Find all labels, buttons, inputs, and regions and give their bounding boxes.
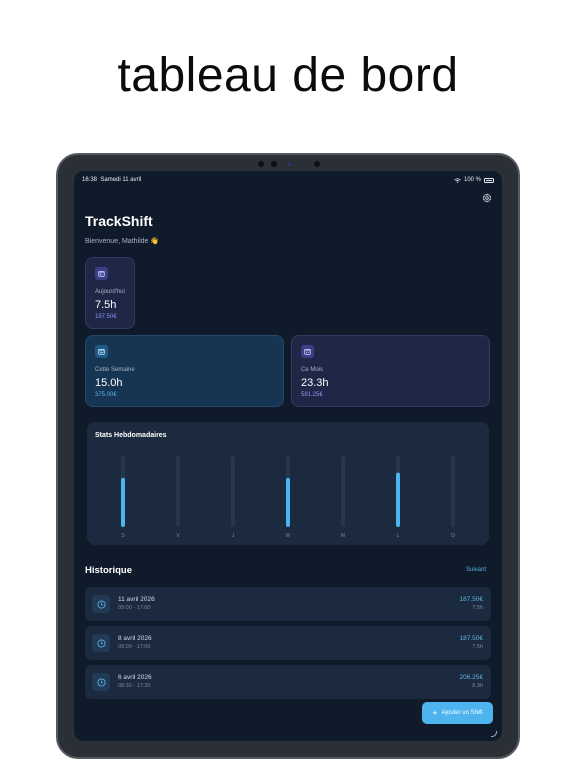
plus-icon: + (432, 707, 438, 718)
chart-bar (121, 477, 125, 527)
bar-track (451, 455, 455, 527)
shift-time-range: 08:30 - 17:30 (118, 683, 151, 689)
battery-icon (484, 177, 494, 183)
today-money: 187.50€ (95, 314, 117, 320)
shift-date: 11 avril 2026 (118, 596, 155, 603)
status-right: 100 % (454, 177, 494, 183)
settings-gear-icon[interactable] (482, 193, 492, 203)
sensor-dot (271, 161, 277, 167)
clock-icon (92, 595, 110, 613)
front-camera (314, 161, 320, 167)
sensor-dot (288, 163, 291, 166)
x-tick-label: M (341, 533, 345, 539)
week-hours: 15.0h (95, 377, 123, 389)
calendar-month-icon (301, 345, 314, 358)
bar-track (176, 455, 180, 527)
shift-date: 8 avril 2026 (118, 635, 152, 642)
next-link[interactable]: Suivant (466, 567, 486, 573)
add-shift-button[interactable]: + Ajouter un Shift (422, 702, 493, 724)
calendar-week-icon (95, 345, 108, 358)
weekly-stats-panel: Stats Hebdomadaires SVJMMLD (87, 422, 489, 545)
status-date: Samedi 11 avril (100, 177, 142, 183)
month-money: 581.25€ (301, 392, 323, 398)
history-item[interactable]: 6 avril 2026 08:30 - 17:30 206.25€ 8.3h (85, 665, 491, 699)
today-card[interactable]: Aujourd'hui 7.5h 187.50€ (85, 257, 135, 329)
today-hours: 7.5h (95, 299, 117, 311)
add-shift-label: Ajouter un Shift (441, 710, 483, 716)
clock-icon (92, 673, 110, 691)
battery-level: 100 % (463, 177, 481, 183)
x-tick-label: D (451, 533, 455, 539)
status-time: 16:38 (82, 177, 98, 183)
x-tick-label: S (121, 533, 125, 539)
calendar-day-icon (95, 267, 108, 280)
month-label: Ce Mois (301, 367, 324, 373)
app-title: TrackShift (85, 213, 153, 229)
x-tick-label: V (176, 533, 180, 539)
x-tick-label: J (232, 533, 235, 539)
week-money: 375.00€ (95, 392, 117, 398)
x-tick-label: M (286, 533, 290, 539)
month-card[interactable]: Ce Mois 23.3h 581.25€ (291, 335, 490, 407)
sensor-dot (258, 161, 264, 167)
month-hours: 23.3h (301, 377, 329, 389)
wifi-icon (454, 177, 461, 183)
status-bar: 16:38 Samedi 11 avril 100 % (74, 177, 502, 189)
week-label: Cette Semaine (95, 367, 135, 373)
history-item[interactable]: 11 avril 2026 09:00 - 17:00 187.50€ 7.5h (85, 587, 491, 621)
shift-time-range: 09:00 - 17:00 (118, 605, 151, 611)
page-headline: tableau de bord (117, 49, 459, 102)
shift-duration: 8.3h (472, 683, 483, 689)
shift-duration: 7.5h (472, 605, 483, 611)
chart-bar (286, 477, 290, 527)
status-time-date: 16:38 Samedi 11 avril (82, 177, 141, 183)
app-screen: 16:38 Samedi 11 avril 100 % TrackShift B… (74, 171, 502, 741)
today-label: Aujourd'hui (95, 289, 125, 295)
shift-duration: 7.5h (472, 644, 483, 650)
chart-bar (396, 472, 400, 527)
weekly-bar-chart: SVJMMLD (121, 455, 455, 539)
history-item[interactable]: 8 avril 2026 09:00 - 17:00 187.50€ 7.5h (85, 626, 491, 660)
x-tick-label: L (397, 533, 400, 539)
bar-track (231, 455, 235, 527)
week-card[interactable]: Cette Semaine 15.0h 375.00€ (85, 335, 284, 407)
resize-corner-icon (491, 731, 497, 737)
clock-icon (92, 634, 110, 652)
shift-amount: 206.25€ (459, 674, 484, 681)
shift-amount: 187.50€ (459, 596, 484, 603)
shift-date: 6 avril 2026 (118, 674, 152, 681)
shift-amount: 187.50€ (459, 635, 484, 642)
history-title: Historique (85, 565, 132, 576)
welcome-text: Bienvenue, Mathilde 👋 (85, 238, 160, 245)
bar-track (341, 455, 345, 527)
shift-time-range: 09:00 - 17:00 (118, 644, 151, 650)
